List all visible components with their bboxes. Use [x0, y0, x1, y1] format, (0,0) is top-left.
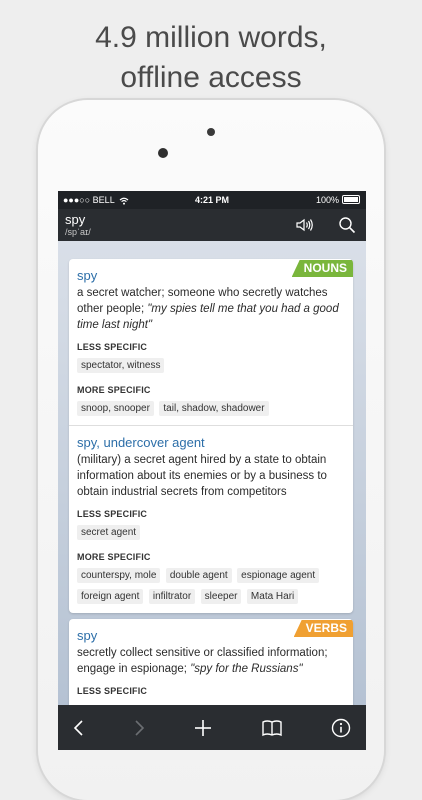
entry-word: spy — [65, 212, 86, 227]
sense-headword[interactable]: spy — [77, 267, 345, 284]
battery-icon — [342, 195, 360, 205]
more-specific-tags: snoop, snooper tail, shadow, shadower — [77, 398, 345, 419]
headline-line-1: 4.9 million words, — [95, 21, 327, 54]
related-word-tag[interactable]: sleeper — [200, 589, 242, 604]
headline-line-2: offline access — [120, 61, 302, 94]
battery-status: 100% — [316, 191, 360, 209]
sense-entry: spy, undercover agent (military) a secre… — [69, 425, 353, 613]
related-word-tag[interactable]: espionage agent — [237, 568, 320, 583]
earpiece-dot — [207, 128, 215, 136]
app-screen: ●●●○○ BELL 4:21 PM 100% spy /spˈaɪ/ NOUN… — [58, 191, 366, 750]
related-word-tag[interactable]: infiltrator — [148, 589, 196, 604]
sense-definition: secretly collect sensitive or classified… — [77, 647, 328, 675]
sense-definition: a secret watcher; someone who secretly w… — [77, 287, 339, 331]
speaker-icon[interactable] — [294, 215, 314, 235]
entry-pronunciation: /spˈaɪ/ — [65, 227, 91, 237]
definitions-list: NOUNS spy a secret watcher; someone who … — [58, 241, 366, 719]
sense-entry: spy secretly collect sensitive or classi… — [69, 619, 353, 702]
less-specific-tags: secret agent — [77, 522, 345, 543]
chevron-left-icon[interactable] — [68, 717, 90, 739]
book-icon[interactable] — [261, 717, 283, 739]
status-bar: ●●●○○ BELL 4:21 PM 100% — [58, 191, 366, 209]
sense-entry: spy a secret watcher; someone who secret… — [69, 259, 353, 425]
more-specific-label: MORE SPECIFIC — [77, 385, 151, 395]
word-header: spy /spˈaɪ/ — [58, 209, 366, 241]
more-specific-tags: counterspy, mole double agent espionage … — [77, 565, 345, 607]
less-specific-label: LESS SPECIFIC — [77, 686, 148, 696]
less-specific-label: LESS SPECIFIC — [77, 342, 148, 352]
related-word-tag[interactable]: snoop, snooper — [77, 401, 154, 416]
headline: 4.9 million words, offline access — [0, 18, 422, 98]
related-word-tag[interactable]: double agent — [165, 568, 232, 583]
sense-headword[interactable]: spy — [77, 627, 345, 644]
bottom-toolbar — [58, 705, 366, 750]
verbs-card: VERBS spy secretly collect sensitive or … — [69, 619, 353, 719]
less-specific-label: LESS SPECIFIC — [77, 509, 148, 519]
nouns-card: NOUNS spy a secret watcher; someone who … — [69, 259, 353, 613]
related-word-tag[interactable]: foreign agent — [77, 589, 144, 604]
plus-icon[interactable] — [192, 717, 214, 739]
related-word-tag[interactable]: counterspy, mole — [77, 568, 161, 583]
related-word-tag[interactable]: secret agent — [77, 525, 141, 540]
related-word-tag[interactable]: spectator, witness — [77, 358, 165, 373]
related-word-tag[interactable]: tail, shadow, shadower — [159, 401, 269, 416]
related-word-tag[interactable]: Mata Hari — [246, 589, 299, 604]
more-specific-label: MORE SPECIFIC — [77, 552, 151, 562]
info-icon[interactable] — [330, 717, 352, 739]
less-specific-tags: spectator, witness — [77, 355, 345, 376]
usage-example: "spy for the Russians" — [190, 663, 303, 675]
sense-definition: (military) a secret agent hired by a sta… — [77, 454, 327, 498]
sense-headword[interactable]: spy, undercover agent — [77, 434, 345, 451]
front-camera — [158, 148, 168, 158]
search-icon[interactable] — [337, 215, 357, 235]
chevron-right-icon[interactable] — [128, 717, 150, 739]
